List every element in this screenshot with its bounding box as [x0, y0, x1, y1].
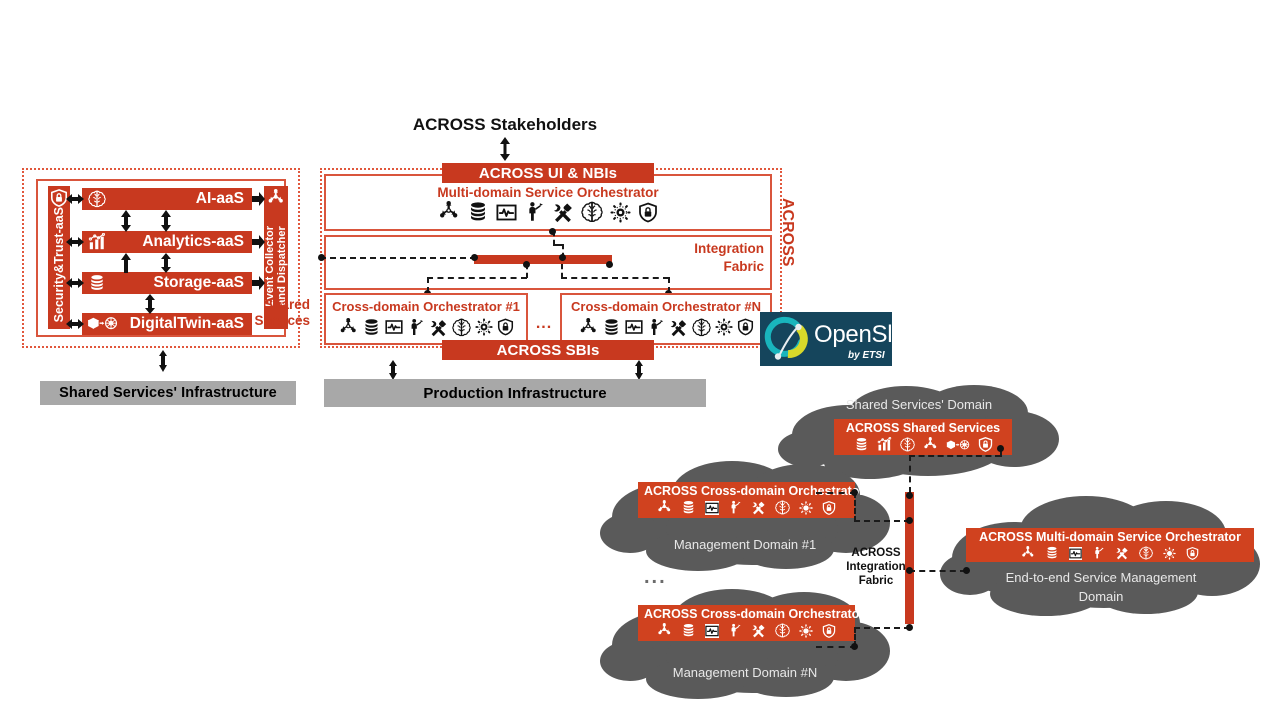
connector-dot [851, 489, 858, 496]
cloud-shape [600, 589, 890, 699]
shield-lock-icon [1186, 546, 1199, 560]
gear-ai-icon [799, 500, 813, 515]
shield-lock-icon [978, 437, 992, 452]
fabric-to-md1-link-h2 [816, 492, 856, 494]
brain-icon [1139, 546, 1153, 560]
tools-icon [752, 624, 765, 638]
e2e-band-title: ACROSS Multi-domain Service Orchestrator [979, 530, 1241, 544]
database-icon [683, 623, 694, 637]
node-orchestration-icon [658, 500, 671, 512]
connector-dot [997, 445, 1004, 452]
monitoring-icon [705, 500, 719, 515]
fabric-to-mdn-link-h [854, 627, 910, 629]
brain-icon [775, 500, 790, 515]
shared-services-band: ACROSS Shared Services [834, 419, 1012, 455]
operator-person-icon [731, 500, 742, 514]
digital-twin-icon [945, 439, 969, 450]
management-domain-n-title: Management Domain #N [672, 665, 818, 680]
management-domain-1-title: Management Domain #1 [673, 537, 817, 552]
fabric-to-shared-link-h [909, 455, 1001, 457]
brain-icon [899, 437, 915, 452]
connector-dot [851, 643, 858, 650]
gear-ai-icon [799, 623, 813, 638]
brain-icon [775, 623, 790, 638]
monitoring-icon [1069, 546, 1082, 560]
node-orchestration-icon [1022, 546, 1034, 557]
e2e-band-icons [972, 545, 1248, 561]
shield-lock-icon [822, 500, 836, 515]
tools-icon [752, 501, 765, 515]
database-icon [1047, 546, 1057, 559]
node-orchestration-icon [658, 623, 671, 635]
fabric-to-e2e-link-h [909, 570, 966, 572]
management-domain-1-band: ACROSS Cross-domain Orchestrator [638, 482, 864, 518]
connector-dot [906, 517, 913, 524]
fabric-to-md1-link-v [854, 492, 856, 522]
management-domain-n-band-title: ACROSS Cross-domain Orchestrator [644, 607, 865, 621]
fabric-to-md1-link-h [854, 520, 910, 522]
fabric-to-shared-link-v [909, 455, 911, 493]
database-icon [683, 500, 694, 514]
e2e-band: ACROSS Multi-domain Service Orchestrator [966, 528, 1254, 562]
fabric-to-mdn-link-h2 [816, 646, 856, 648]
gear-ai-icon [1163, 546, 1176, 560]
integration-fabric-vertical-label: ACROSS Integration Fabric [846, 547, 906, 587]
e2e-domain-cloud: ACROSS Multi-domain Service Orchestrator… [940, 490, 1262, 622]
connector-dot [906, 492, 913, 499]
operator-person-icon [731, 623, 742, 637]
shared-services-band-icons [840, 436, 1006, 453]
e2e-domain-title: End-to-end Service Management Domain [1005, 570, 1197, 604]
operator-person-icon [1094, 546, 1105, 559]
connector-dot [906, 624, 913, 631]
management-domain-1-band-icons [644, 499, 849, 516]
domain-cloud-diagram: Shared Services' Domain ACROSS Shared Se… [0, 0, 1280, 720]
shared-services-domain-title: Shared Services' Domain [845, 397, 993, 412]
database-icon [856, 437, 866, 451]
shield-lock-icon [822, 623, 836, 638]
node-orchestration-icon [923, 437, 936, 449]
connector-dot [963, 567, 970, 574]
management-domain-n-band: ACROSS Cross-domain Orchestrator [638, 605, 865, 641]
management-domain-n-cloud: ACROSS Cross-domain Orchestrator Managem… [600, 583, 890, 705]
monitoring-icon [705, 623, 719, 638]
management-domain-n-band-icons [644, 622, 849, 639]
tools-icon [1116, 547, 1128, 560]
shared-services-band-title: ACROSS Shared Services [845, 421, 1001, 435]
bar-chart-icon [877, 437, 891, 451]
connector-dot [906, 567, 913, 574]
